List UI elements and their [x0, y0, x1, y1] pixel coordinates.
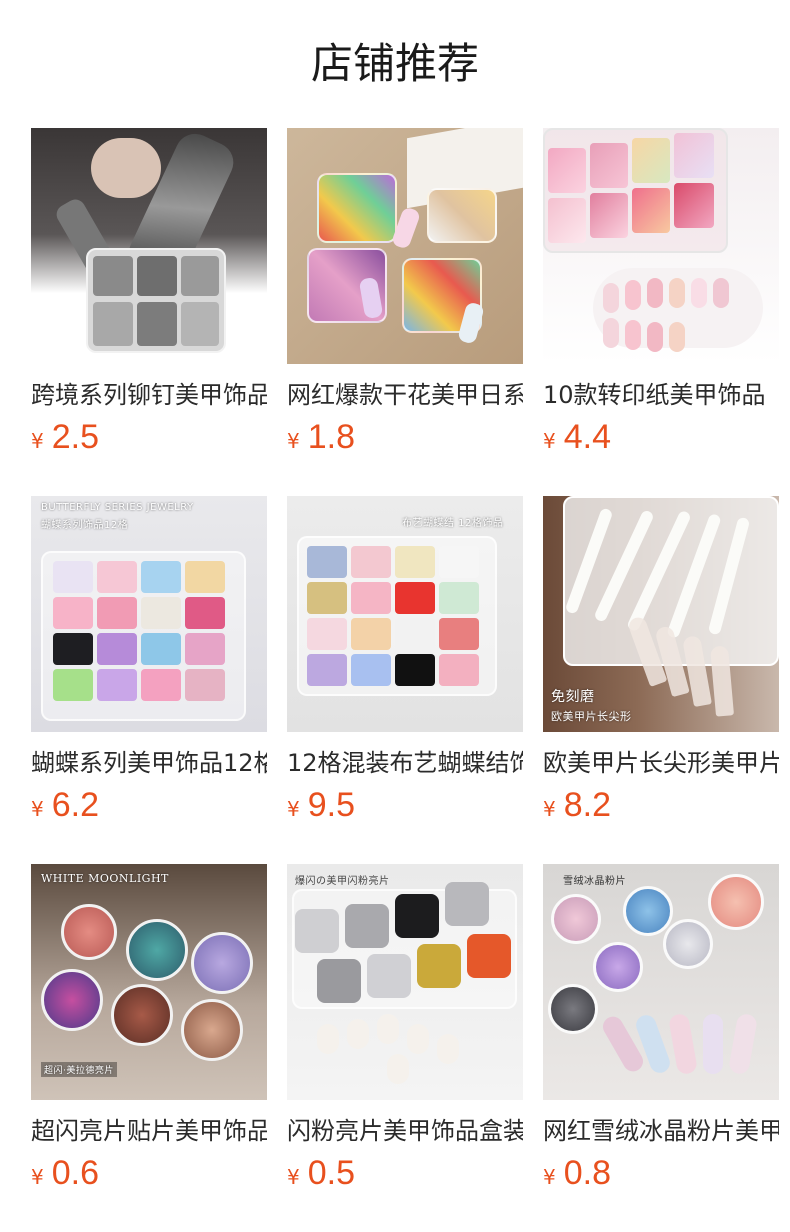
product-card[interactable]: 网红爆款干花美甲日系 ¥ 1.8 — [287, 128, 523, 464]
product-price: ¥ 0.6 — [31, 1154, 267, 1194]
product-image[interactable]: 免刻磨 欧美甲片长尖形 — [543, 496, 779, 732]
image-caption: 免刻磨 — [551, 689, 595, 705]
currency-symbol: ¥ — [31, 797, 44, 821]
product-title[interactable]: 网红雪绒冰晶粉片美甲 — [543, 1114, 779, 1148]
image-caption: 爆闪の美甲闪粉亮片 — [295, 876, 390, 887]
product-title[interactable]: 超闪亮片贴片美甲饰品 — [31, 1114, 267, 1148]
page-title: 店铺推荐 — [310, 39, 479, 88]
currency-symbol: ¥ — [543, 429, 556, 453]
product-image[interactable]: BUTTERFLY SERIES JEWELRY 蝴蝶系列饰品12格 — [31, 496, 267, 732]
currency-symbol: ¥ — [31, 429, 44, 453]
image-caption: 蝴蝶系列饰品12格 — [41, 520, 129, 531]
product-card[interactable]: BUTTERFLY SERIES JEWELRY 蝴蝶系列饰品12格 蝴蝶系列美… — [31, 496, 267, 832]
currency-symbol: ¥ — [543, 1165, 556, 1189]
price-amount: 8.2 — [563, 786, 611, 824]
currency-symbol: ¥ — [543, 797, 556, 821]
currency-symbol: ¥ — [287, 1165, 300, 1189]
price-amount: 0.8 — [563, 1154, 611, 1192]
price-amount: 4.4 — [563, 418, 611, 456]
price-amount: 2.5 — [51, 418, 99, 456]
product-card[interactable]: 免刻磨 欧美甲片长尖形 欧美甲片长尖形美甲片 ¥ 8.2 — [543, 496, 779, 832]
product-price: ¥ 2.5 — [31, 418, 267, 458]
product-image[interactable] — [543, 128, 779, 364]
product-card[interactable]: 布艺蝴蝶结 12格饰品 12格混装布艺蝴蝶结饰品 ¥ 9.5 — [287, 496, 523, 832]
price-amount: 6.2 — [51, 786, 99, 824]
product-price: ¥ 1.8 — [287, 418, 523, 458]
product-image[interactable]: 布艺蝴蝶结 12格饰品 — [287, 496, 523, 732]
product-image[interactable]: 雪绒冰晶粉片 — [543, 864, 779, 1100]
product-title[interactable]: 闪粉亮片美甲饰品盒装 — [287, 1114, 523, 1148]
product-card[interactable]: WHITE MOONLIGHT 超闪·美拉德亮片 超闪亮片贴片美甲饰品 ¥ 0.… — [31, 864, 267, 1200]
product-price: ¥ 9.5 — [287, 786, 523, 826]
product-image[interactable] — [31, 128, 267, 364]
product-title[interactable]: 跨境系列铆钉美甲饰品 — [31, 378, 267, 412]
product-image[interactable]: 爆闪の美甲闪粉亮片 — [287, 864, 523, 1100]
product-card[interactable]: 10款转印纸美甲饰品 ¥ 4.4 — [543, 128, 779, 464]
image-caption: 超闪·美拉德亮片 — [41, 1062, 117, 1077]
product-price: ¥ 0.8 — [543, 1154, 779, 1194]
product-image[interactable] — [287, 128, 523, 364]
product-price: ¥ 6.2 — [31, 786, 267, 826]
price-amount: 0.6 — [51, 1154, 99, 1192]
price-amount: 0.5 — [307, 1154, 355, 1192]
product-title[interactable]: 10款转印纸美甲饰品 — [543, 378, 779, 412]
image-caption: 布艺蝴蝶结 12格饰品 — [402, 518, 504, 529]
product-price: ¥ 8.2 — [543, 786, 779, 826]
product-card[interactable]: 雪绒冰晶粉片 网红雪绒冰晶粉片美甲 ¥ 0.8 — [543, 864, 779, 1200]
product-image[interactable]: WHITE MOONLIGHT 超闪·美拉德亮片 — [31, 864, 267, 1100]
image-caption: 雪绒冰晶粉片 — [563, 876, 626, 887]
price-amount: 9.5 — [307, 786, 355, 824]
image-caption: BUTTERFLY SERIES JEWELRY — [41, 502, 194, 513]
product-title[interactable]: 12格混装布艺蝴蝶结饰品 — [287, 746, 523, 780]
product-title[interactable]: 网红爆款干花美甲日系 — [287, 378, 523, 412]
currency-symbol: ¥ — [287, 797, 300, 821]
product-price: ¥ 0.5 — [287, 1154, 523, 1194]
product-card[interactable]: 爆闪の美甲闪粉亮片 闪粉亮片美甲饰品盒装 ¥ 0.5 — [287, 864, 523, 1200]
image-caption: 欧美甲片长尖形 — [551, 710, 632, 723]
product-card[interactable]: 跨境系列铆钉美甲饰品 ¥ 2.5 — [31, 128, 267, 464]
currency-symbol: ¥ — [31, 1165, 44, 1189]
product-grid: 跨境系列铆钉美甲饰品 ¥ 2.5 网红爆款干花美甲日系 ¥ 1.8 10款转印纸… — [31, 128, 779, 1200]
product-price: ¥ 4.4 — [543, 418, 779, 458]
product-title[interactable]: 蝴蝶系列美甲饰品12格 — [31, 746, 267, 780]
image-caption: WHITE MOONLIGHT — [41, 872, 169, 885]
currency-symbol: ¥ — [287, 429, 300, 453]
price-amount: 1.8 — [307, 418, 355, 456]
product-title[interactable]: 欧美甲片长尖形美甲片 — [543, 746, 779, 780]
